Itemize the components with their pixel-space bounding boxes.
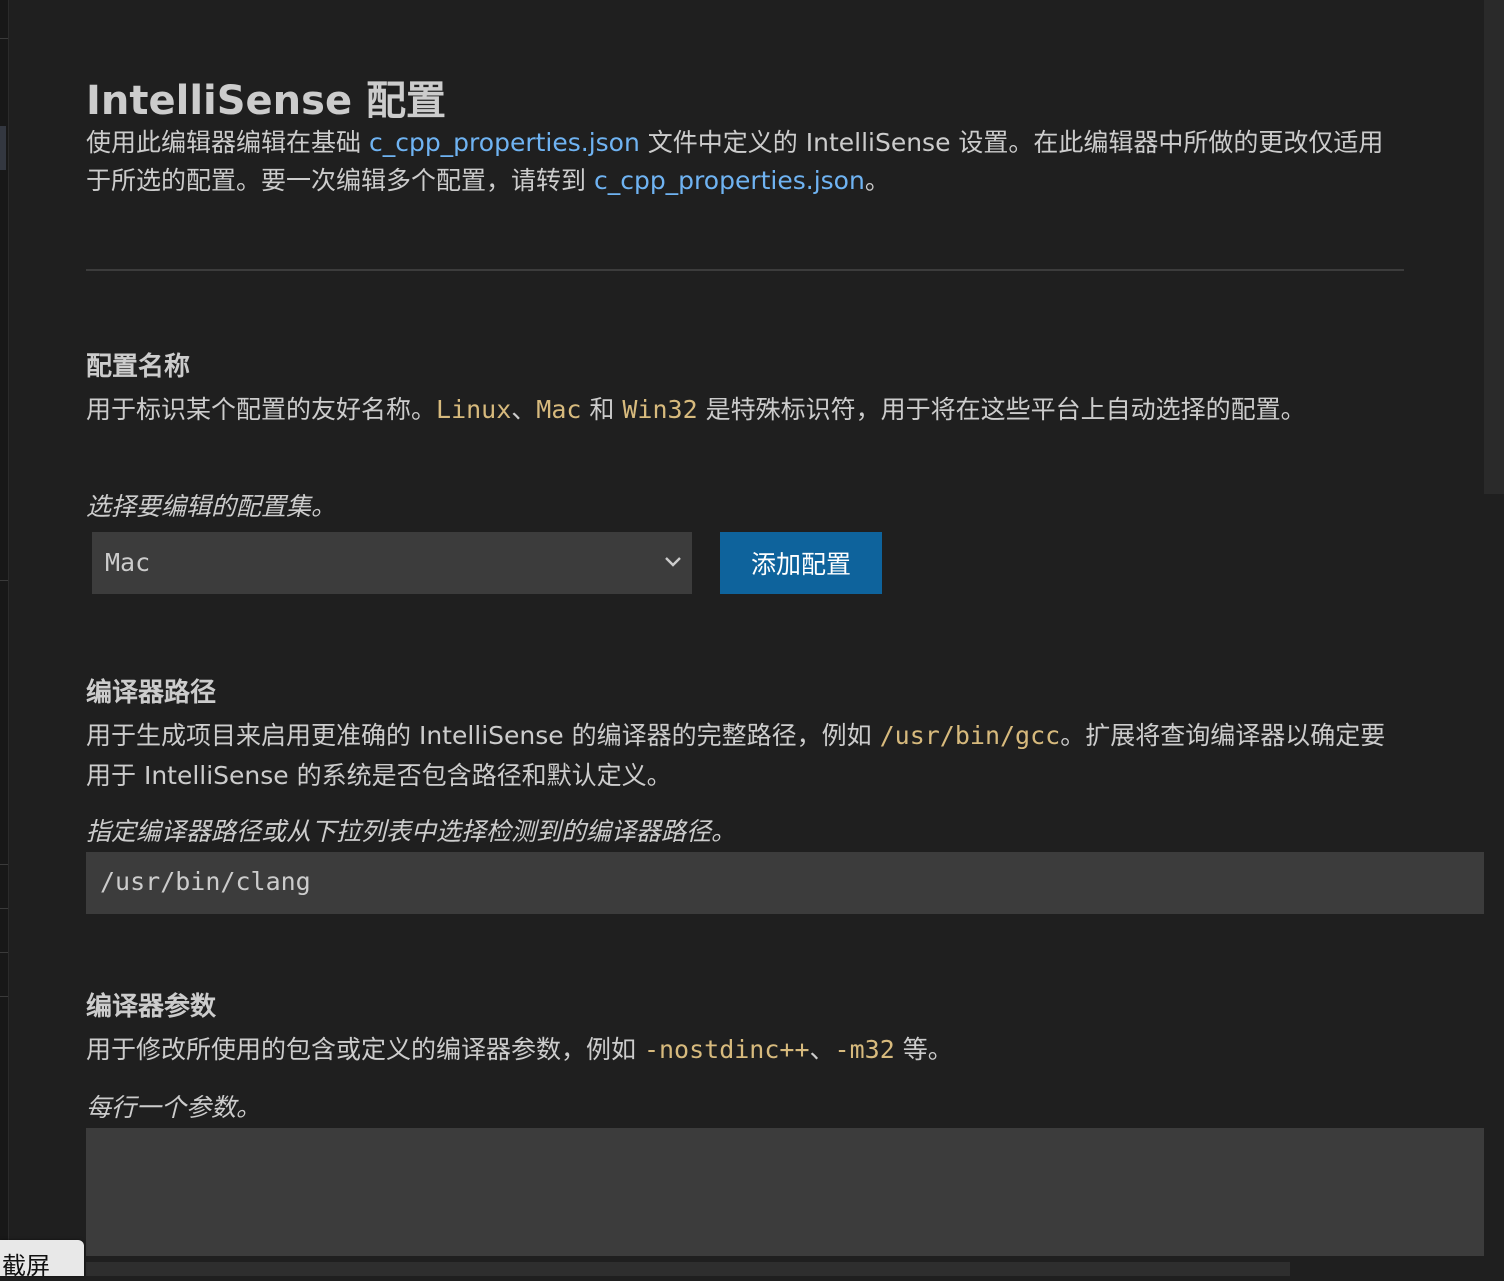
code-linux: Linux bbox=[436, 395, 512, 424]
desc-text: 和 bbox=[581, 395, 623, 424]
gutter-divider bbox=[0, 908, 8, 909]
section-divider bbox=[86, 269, 1404, 271]
intro-text: 。 bbox=[864, 166, 890, 195]
left-gutter bbox=[0, 0, 9, 1276]
add-configuration-button[interactable]: 添加配置 bbox=[720, 532, 882, 594]
desc-text: 等。 bbox=[894, 1035, 953, 1064]
page-intro: 使用此编辑器编辑在基础 c_cpp_properties.json 文件中定义的… bbox=[86, 124, 1406, 200]
intro-text: 使用此编辑器编辑在基础 bbox=[86, 128, 369, 157]
chevron-down-icon bbox=[665, 557, 681, 567]
c-cpp-properties-link-2[interactable]: c_cpp_properties.json bbox=[594, 166, 865, 195]
compiler-args-description: 用于修改所使用的包含或定义的编译器参数，例如 -nostdinc++、-m32 … bbox=[86, 1030, 1396, 1070]
configuration-select[interactable]: Mac bbox=[92, 532, 692, 594]
desc-text: 、 bbox=[809, 1035, 835, 1064]
code-m32: -m32 bbox=[834, 1035, 895, 1064]
gutter-divider bbox=[0, 952, 8, 953]
config-name-hint: 选择要编辑的配置集。 bbox=[86, 492, 337, 521]
configuration-select-value: Mac bbox=[105, 548, 151, 577]
compiler-path-value: /usr/bin/clang bbox=[100, 867, 311, 896]
code-gcc-path: /usr/bin/gcc bbox=[879, 721, 1061, 750]
code-mac: Mac bbox=[536, 395, 582, 424]
config-name-title: 配置名称 bbox=[86, 352, 191, 382]
compiler-path-title: 编译器路径 bbox=[86, 678, 217, 708]
code-nostdinc: -nostdinc++ bbox=[643, 1035, 810, 1064]
page-title: IntelliSense 配置 bbox=[86, 78, 447, 124]
config-name-description: 用于标识某个配置的友好名称。Linux、Mac 和 Win32 是特殊标识符，用… bbox=[86, 390, 1396, 430]
desc-text: 用于修改所使用的包含或定义的编译器参数，例如 bbox=[86, 1035, 644, 1064]
scrollbar-thumb[interactable] bbox=[1484, 0, 1504, 494]
desc-text: 用于标识某个配置的友好名称。 bbox=[86, 395, 437, 424]
compiler-args-title: 编译器参数 bbox=[86, 992, 217, 1022]
gutter-divider bbox=[0, 864, 8, 865]
desc-text: 、 bbox=[511, 395, 537, 424]
desc-text: 用于生成项目来启用更准确的 IntelliSense 的编译器的完整路径，例如 bbox=[86, 721, 880, 750]
screenshot-tooltip: 截屏 bbox=[0, 1240, 84, 1280]
horizontal-scrollbar[interactable] bbox=[86, 1262, 1290, 1276]
c-cpp-properties-link[interactable]: c_cpp_properties.json bbox=[369, 128, 640, 157]
gutter-divider bbox=[0, 580, 8, 581]
compiler-args-textarea[interactable] bbox=[86, 1128, 1484, 1256]
gutter-divider bbox=[0, 996, 8, 997]
compiler-path-input[interactable]: /usr/bin/clang bbox=[86, 852, 1484, 914]
gutter-active-marker bbox=[0, 126, 6, 170]
gutter-divider bbox=[0, 38, 8, 39]
compiler-args-hint: 每行一个参数。 bbox=[86, 1093, 262, 1122]
compiler-path-hint: 指定编译器路径或从下拉列表中选择检测到的编译器路径。 bbox=[86, 817, 737, 846]
desc-text: 是特殊标识符，用于将在这些平台上自动选择的配置。 bbox=[697, 395, 1306, 424]
compiler-path-description: 用于生成项目来启用更准确的 IntelliSense 的编译器的完整路径，例如 … bbox=[86, 716, 1396, 796]
code-win32: Win32 bbox=[622, 395, 698, 424]
